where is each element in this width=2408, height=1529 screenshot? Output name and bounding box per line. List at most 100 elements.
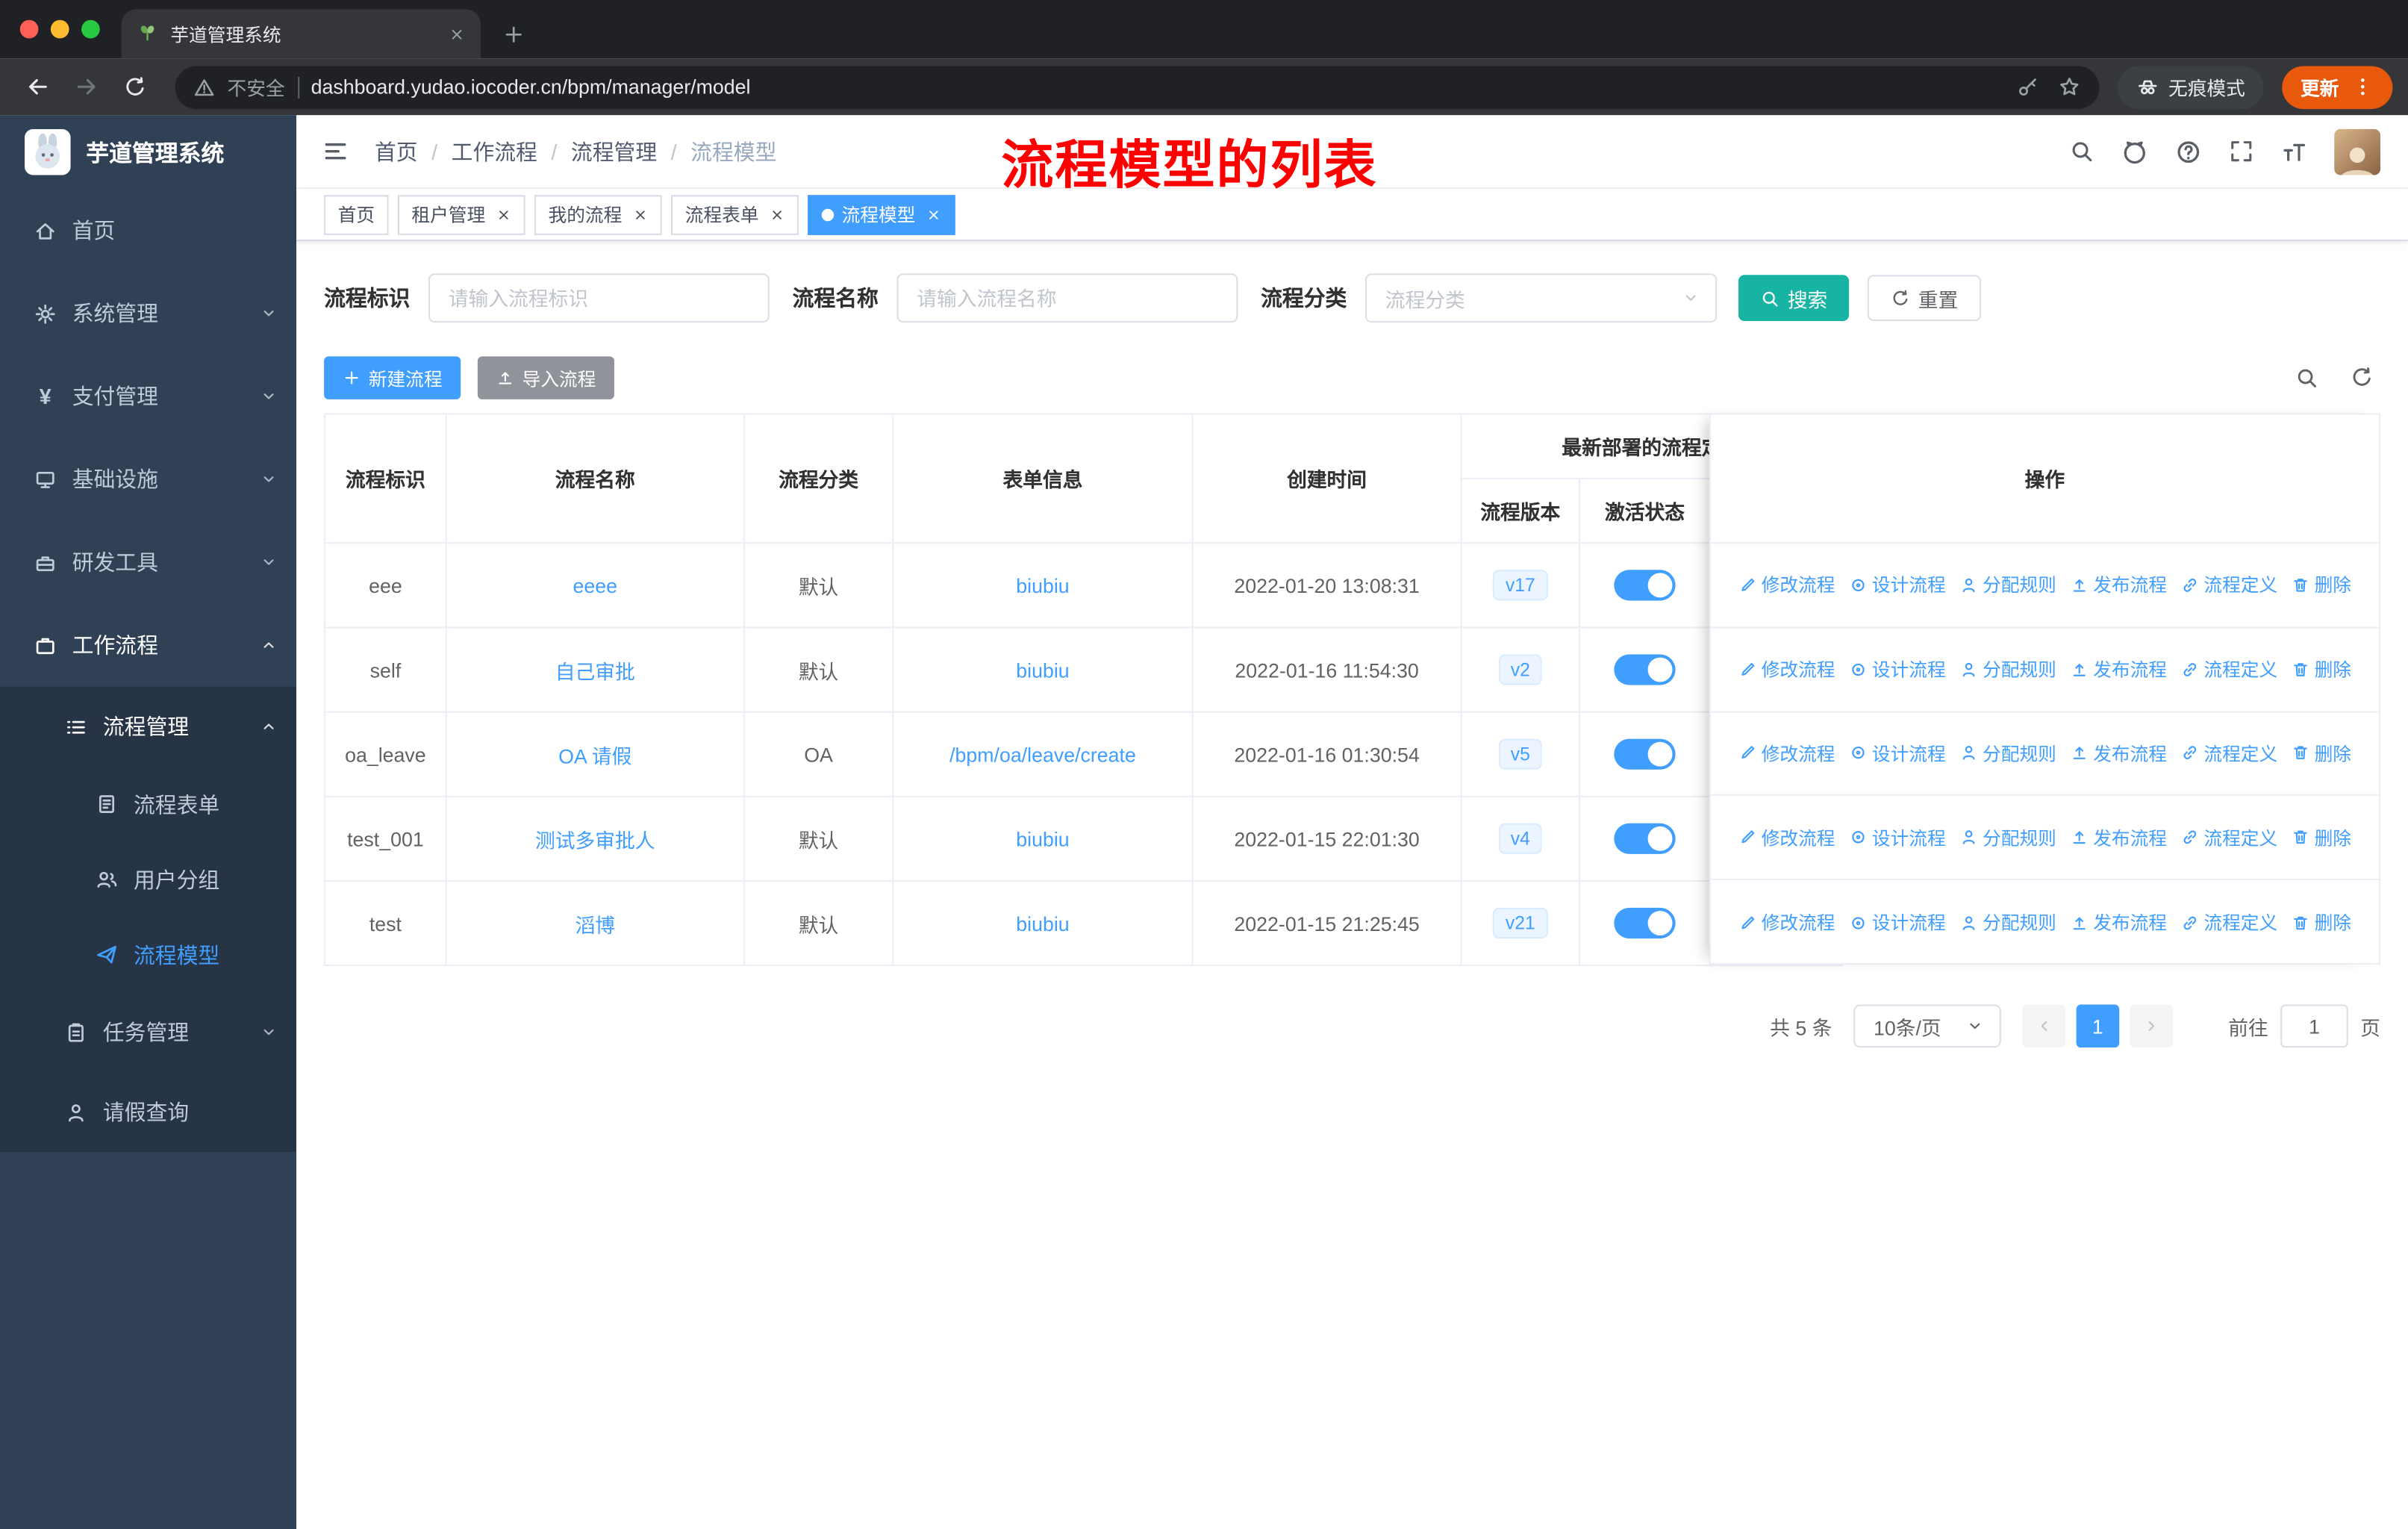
delete-link[interactable]: 删除 [2292,572,2351,598]
form-info-link[interactable]: biubiu [1016,573,1069,597]
address-bar[interactable]: 不安全 dashboard.yudao.iocoder.cn/bpm/manag… [175,65,2100,109]
assign-rule-link[interactable]: 分配规则 [1959,741,2056,767]
active-toggle[interactable] [1614,907,1676,939]
process-name-link[interactable]: eeee [573,573,617,597]
font-size-icon[interactable] [2280,137,2308,165]
next-page-button[interactable] [2130,1004,2174,1048]
bookmark-star-icon[interactable] [2058,75,2081,99]
show-search-toggle-icon[interactable] [2295,366,2319,390]
edit-process-link[interactable]: 修改流程 [1738,824,1835,850]
active-toggle[interactable] [1614,654,1676,685]
fullscreen-icon[interactable] [2228,138,2254,164]
goto-page-input[interactable] [2280,1004,2348,1048]
back-button[interactable] [16,65,59,108]
process-name-link[interactable]: 测试多审批人 [535,829,655,852]
edit-process-link[interactable]: 修改流程 [1738,572,1835,598]
form-info-link[interactable]: /bpm/oa/leave/create [949,743,1136,766]
delete-link[interactable]: 删除 [2292,656,2351,682]
process-key-input[interactable] [428,273,770,323]
close-icon[interactable] [926,207,942,222]
sidebar-item-process-management[interactable]: 流程管理 [0,686,297,767]
design-process-link[interactable]: 设计流程 [1849,824,1946,850]
breadcrumb-process-management[interactable]: 流程管理 [571,136,657,166]
design-process-link[interactable]: 设计流程 [1849,909,1946,935]
breadcrumb-home[interactable]: 首页 [375,136,418,166]
delete-link[interactable]: 删除 [2292,824,2351,850]
sidebar-item-user-group[interactable]: 用户分组 [0,841,297,918]
tab-close-icon[interactable] [449,23,466,45]
collapse-sidebar-button[interactable] [296,137,375,166]
tag-tenant-management[interactable]: 租户管理 [397,194,525,234]
key-icon[interactable] [2016,75,2039,99]
active-toggle[interactable] [1614,738,1676,770]
publish-process-link[interactable]: 发布流程 [2070,909,2167,935]
refresh-table-icon[interactable] [2350,366,2374,390]
category-select[interactable]: 流程分类 [1365,273,1718,323]
sidebar-item-home[interactable]: 首页 [0,189,296,272]
form-info-link[interactable]: biubiu [1016,912,1069,935]
process-name-link[interactable]: 自己审批 [555,660,635,683]
reset-button[interactable]: 重置 [1867,275,1982,321]
sidebar-item-task-management[interactable]: 任务管理 [0,992,297,1073]
process-name-link[interactable]: 滔博 [575,913,615,936]
tag-home[interactable]: 首页 [324,194,389,234]
update-browser-button[interactable]: 更新 [2282,65,2393,109]
window-zoom-button[interactable] [81,19,100,39]
sidebar-item-process-model[interactable]: 流程模型 [0,917,297,993]
search-icon[interactable] [2068,138,2094,164]
breadcrumb-workflow[interactable]: 工作流程 [452,136,537,166]
sidebar-item-devtools[interactable]: 研发工具 [0,520,296,603]
browser-tab[interactable]: 芋道管理系统 [121,9,481,59]
process-definition-link[interactable]: 流程定义 [2181,741,2277,767]
publish-process-link[interactable]: 发布流程 [2070,824,2167,850]
delete-link[interactable]: 删除 [2292,741,2351,767]
tag-process-model[interactable]: 流程模型 [808,194,955,234]
close-icon[interactable] [633,207,649,222]
search-button[interactable]: 搜索 [1738,275,1850,321]
design-process-link[interactable]: 设计流程 [1849,572,1946,598]
form-info-link[interactable]: biubiu [1016,658,1069,682]
process-definition-link[interactable]: 流程定义 [2181,656,2277,682]
process-name-input[interactable] [896,273,1238,323]
design-process-link[interactable]: 设计流程 [1849,741,1946,767]
window-minimize-button[interactable] [50,19,69,39]
create-process-button[interactable]: 新建流程 [324,356,461,399]
active-toggle[interactable] [1614,570,1676,601]
publish-process-link[interactable]: 发布流程 [2070,656,2167,682]
page-1-button[interactable]: 1 [2076,1004,2120,1048]
sidebar-item-process-form[interactable]: 流程表单 [0,766,297,842]
publish-process-link[interactable]: 发布流程 [2070,741,2167,767]
new-tab-button[interactable] [481,20,525,58]
sidebar-item-leave-query[interactable]: 请假查询 [0,1072,297,1153]
github-icon[interactable] [2121,137,2148,165]
process-name-link[interactable]: OA 请假 [558,744,631,767]
tag-my-process[interactable]: 我的流程 [534,194,662,234]
reload-button[interactable] [113,65,157,108]
process-definition-link[interactable]: 流程定义 [2181,572,2277,598]
forward-button[interactable] [64,65,107,108]
sidebar-item-payment[interactable]: ¥ 支付管理 [0,355,296,437]
close-icon[interactable] [770,207,785,222]
edit-process-link[interactable]: 修改流程 [1738,656,1835,682]
assign-rule-link[interactable]: 分配规则 [1959,656,2056,682]
import-process-button[interactable]: 导入流程 [477,356,615,399]
delete-link[interactable]: 删除 [2292,909,2351,935]
sidebar-item-system[interactable]: 系统管理 [0,272,296,355]
process-definition-link[interactable]: 流程定义 [2181,909,2277,935]
form-info-link[interactable]: biubiu [1016,827,1069,850]
tag-process-form[interactable]: 流程表单 [671,194,799,234]
user-avatar[interactable] [2334,128,2380,175]
window-close-button[interactable] [19,19,39,39]
active-toggle[interactable] [1614,823,1676,854]
prev-page-button[interactable] [2022,1004,2066,1048]
assign-rule-link[interactable]: 分配规则 [1959,824,2056,850]
assign-rule-link[interactable]: 分配规则 [1959,909,2056,935]
edit-process-link[interactable]: 修改流程 [1738,909,1835,935]
publish-process-link[interactable]: 发布流程 [2070,572,2167,598]
edit-process-link[interactable]: 修改流程 [1738,741,1835,767]
sidebar-item-infra[interactable]: 基础设施 [0,437,296,520]
assign-rule-link[interactable]: 分配规则 [1959,572,2056,598]
help-icon[interactable] [2174,137,2202,165]
kebab-menu-icon[interactable] [2351,75,2374,99]
design-process-link[interactable]: 设计流程 [1849,656,1946,682]
